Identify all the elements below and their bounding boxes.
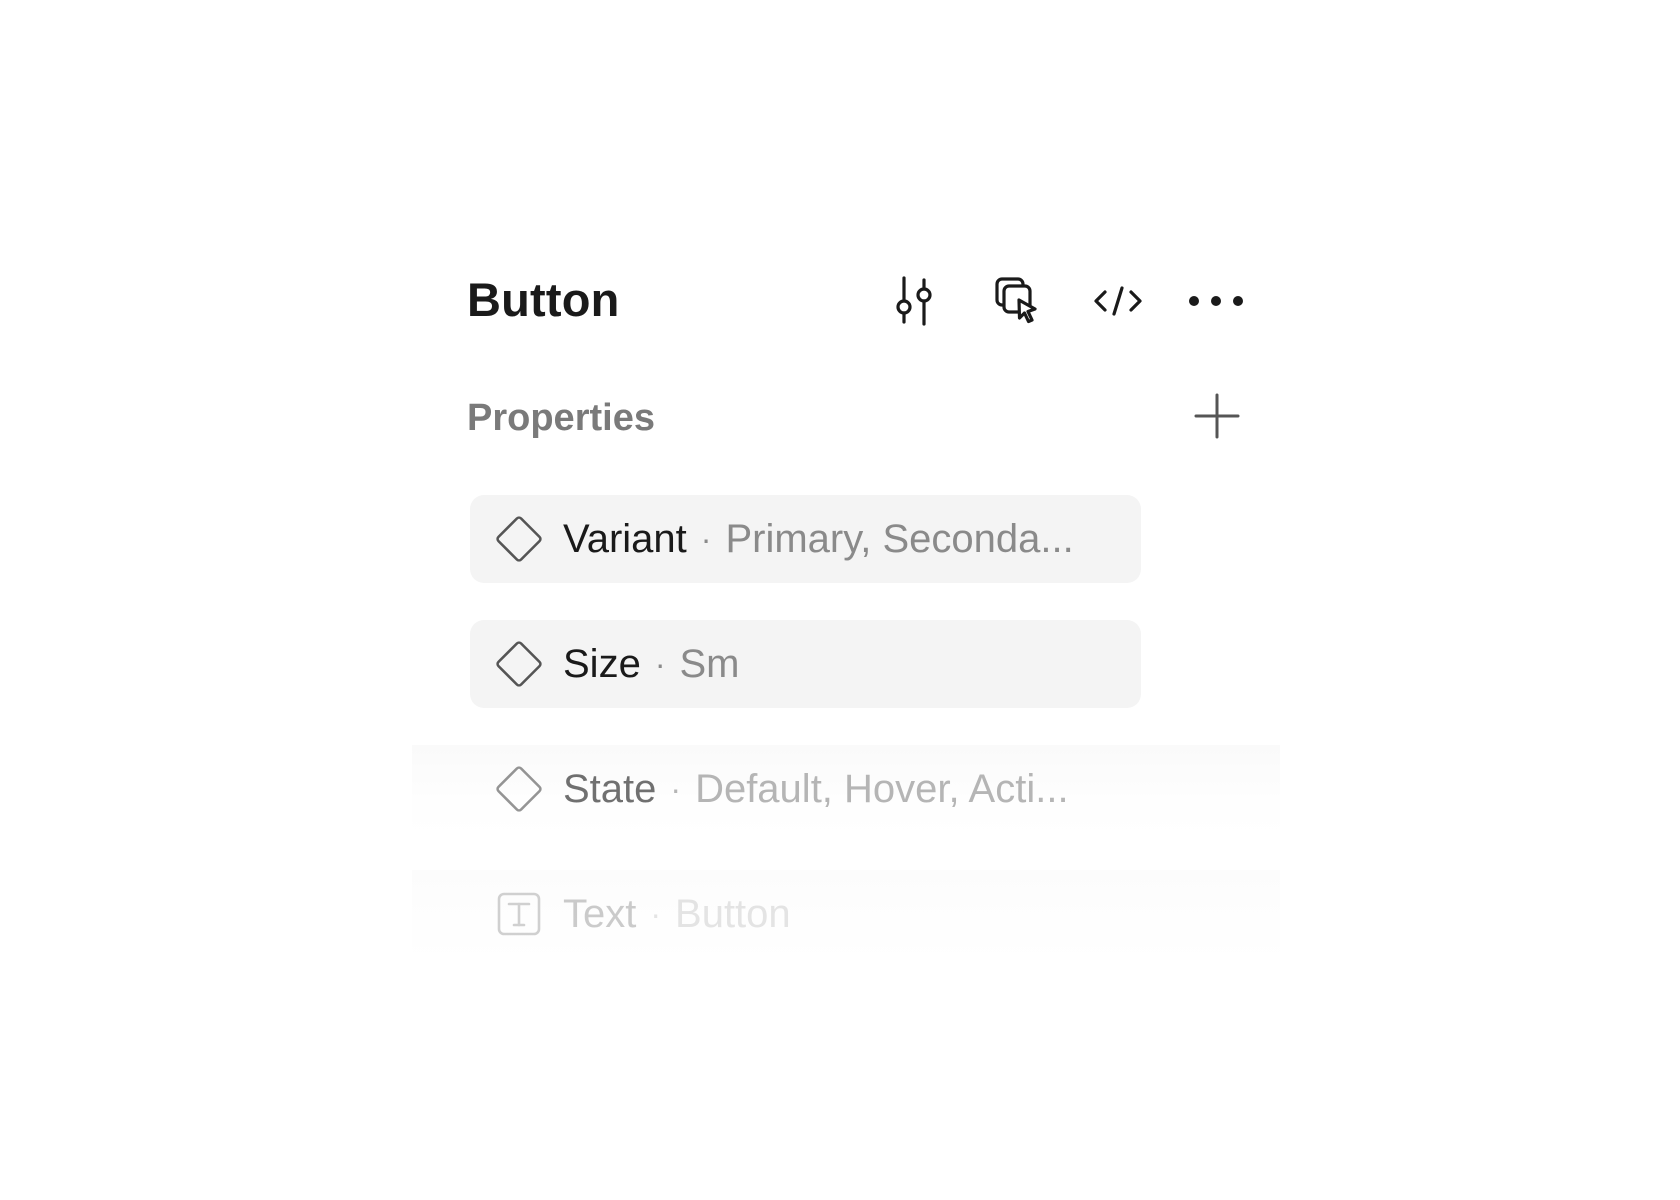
text-icon [492,887,546,941]
property-row-size[interactable]: Size · Sm [470,620,1141,708]
diamond-icon [492,512,546,566]
property-separator: · [670,770,682,807]
property-value: Sm [679,641,740,686]
component-properties-panel: Button Properties Variant · Primary, Sec… [0,0,1680,1200]
sliders-icon [896,276,932,326]
property-separator: · [650,895,662,932]
property-value: Default, Hover, Acti... [695,766,1069,811]
property-row-variant[interactable]: Variant · Primary, Seconda... [470,495,1141,583]
select-instance-button[interactable] [989,271,1049,331]
property-separator: · [700,520,712,557]
property-name: Size [563,641,641,686]
properties-section-title: Properties [467,397,655,439]
component-title: Button [467,273,620,326]
code-icon [1094,286,1142,316]
add-property-button[interactable] [1190,389,1244,443]
property-name: Variant [563,516,687,561]
property-separator: · [654,645,666,682]
adjust-properties-button[interactable] [884,271,944,331]
property-name: Text [563,891,637,936]
property-name: State [563,766,657,811]
cursor-select-icon [995,277,1037,324]
more-icon [1189,296,1243,306]
diamond-icon [492,637,546,691]
property-value: Primary, Seconda... [725,516,1074,561]
property-row-text[interactable]: Text · Button [470,870,1141,958]
diamond-icon [492,762,546,816]
property-row-state[interactable]: State · Default, Hover, Acti... [470,745,1141,833]
plus-icon [1194,393,1240,439]
property-value: Button [675,891,791,936]
code-button[interactable] [1088,271,1148,331]
more-options-button[interactable] [1186,271,1246,331]
